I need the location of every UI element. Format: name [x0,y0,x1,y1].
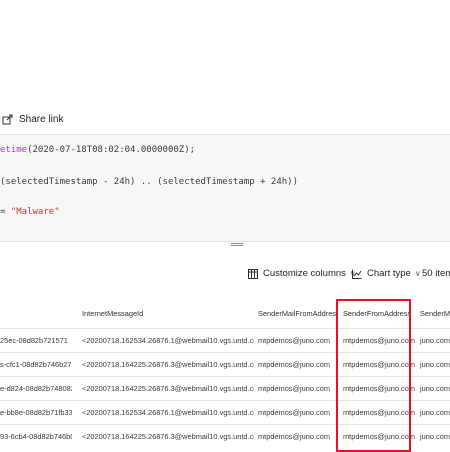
code-line-1: etime(2020-07-18T08:02:04.0000000Z); [0,145,195,155]
cell-sender-mail-from-address: mtpdemos@juno.com [258,384,330,393]
cell-network-message-id: 25ec-08d82b721571 [0,336,68,345]
table-row[interactable]: e-bb8e-08d82b71fb33 <20200718.162534.2687… [0,400,450,424]
column-header-sender-from-address[interactable]: SenderFromAddress [343,309,415,318]
cell-sender-mail-from-address: mtpdemos@juno.com [258,360,330,369]
cell-sender-mail-from-address: mtpdemos@juno.com [258,408,330,417]
code-function: etime [0,145,28,155]
code-operator: = [0,207,11,217]
cell-network-message-id: s-cfc1-08d82b746b27 [0,360,72,369]
table-row[interactable]: e-d824-08d82b748083 <20200718.164225.2687… [0,376,450,400]
code-string: "Malware" [10,207,60,217]
cell-network-message-id: e-d824-08d82b748083 [0,384,72,393]
chart-type-label: Chart type [367,268,411,279]
customize-columns-label: Customize columns [263,268,346,279]
column-header-sender-mail[interactable]: SenderMa [420,309,450,318]
table-row[interactable]: 25ec-08d82b721571 <20200718.162534.26876.… [0,328,450,352]
customize-columns-button[interactable]: Customize columns ∨ [248,268,356,279]
cell-sender-mail: juno.com [420,432,450,441]
share-icon [2,114,13,125]
table-row[interactable]: s-cfc1-08d82b746b27 <20200718.164225.2687… [0,352,450,376]
cell-sender-mail: juno.com [420,360,450,369]
cell-sender-from-address: mtpdemos@juno.com [343,384,415,393]
cell-sender-mail: juno.com [420,336,450,345]
cell-network-message-id: 93-6cb4-08d82b746b03 [0,432,72,441]
code-line-2: (selectedTimestamp - 24h) .. (selectedTi… [0,177,299,187]
query-toolbar: Share link [0,110,450,134]
code-line-3: = "Malware" [0,207,60,217]
cell-network-message-id: e-bb8e-08d82b71fb33 [0,408,72,417]
share-link-label: Share link [19,114,64,125]
chart-type-button[interactable]: Chart type ∨ [352,268,421,279]
cell-internet-message-id: <20200718.162534.26876.1@webmail10.vgs.u… [82,408,254,417]
cell-internet-message-id: <20200718.164225.26876.3@webmail10.vgs.u… [82,432,254,441]
chart-icon [352,269,362,279]
cell-sender-mail: juno.com [420,408,450,417]
cell-sender-from-address: mtpdemos@juno.com [343,360,415,369]
query-editor[interactable]: etime(2020-07-18T08:02:04.0000000Z); (se… [0,134,450,242]
share-link-button[interactable]: Share link [2,114,63,125]
pane-splitter-handle[interactable] [231,243,243,246]
columns-icon [248,268,258,279]
cell-internet-message-id: <20200718.164225.26876.3@webmail10.vgs.u… [82,384,254,393]
column-header-internet-message-id[interactable]: InternetMessageId [82,309,254,318]
cell-internet-message-id: <20200718.162534.26876.1@webmail10.vgs.u… [82,336,254,345]
table-header: InternetMessageId SenderMailFromAddress … [0,300,450,328]
column-header-sender-mail-from-address[interactable]: SenderMailFromAddress [258,309,338,318]
chevron-down-icon: ∨ [414,269,421,278]
table-row[interactable]: 93-6cb4-08d82b746b03 <20200718.164225.268… [0,424,450,448]
cell-sender-from-address: mtpdemos@juno.com [343,408,415,417]
items-count: 50 item [422,268,450,279]
results-toolbar: Customize columns ∨ Chart type ∨ 50 item [0,266,450,284]
cell-sender-from-address: mtpdemos@juno.com [343,336,415,345]
cell-sender-mail: juno.com [420,384,450,393]
code-argument: (2020-07-18T08:02:04.0000000Z); [27,145,196,155]
cell-sender-from-address: mtpdemos@juno.com [343,432,415,441]
cell-sender-mail-from-address: mtpdemos@juno.com [258,432,330,441]
cell-internet-message-id: <20200718.164225.26876.3@webmail10.vgs.u… [82,360,254,369]
cell-sender-mail-from-address: mtpdemos@juno.com [258,336,330,345]
